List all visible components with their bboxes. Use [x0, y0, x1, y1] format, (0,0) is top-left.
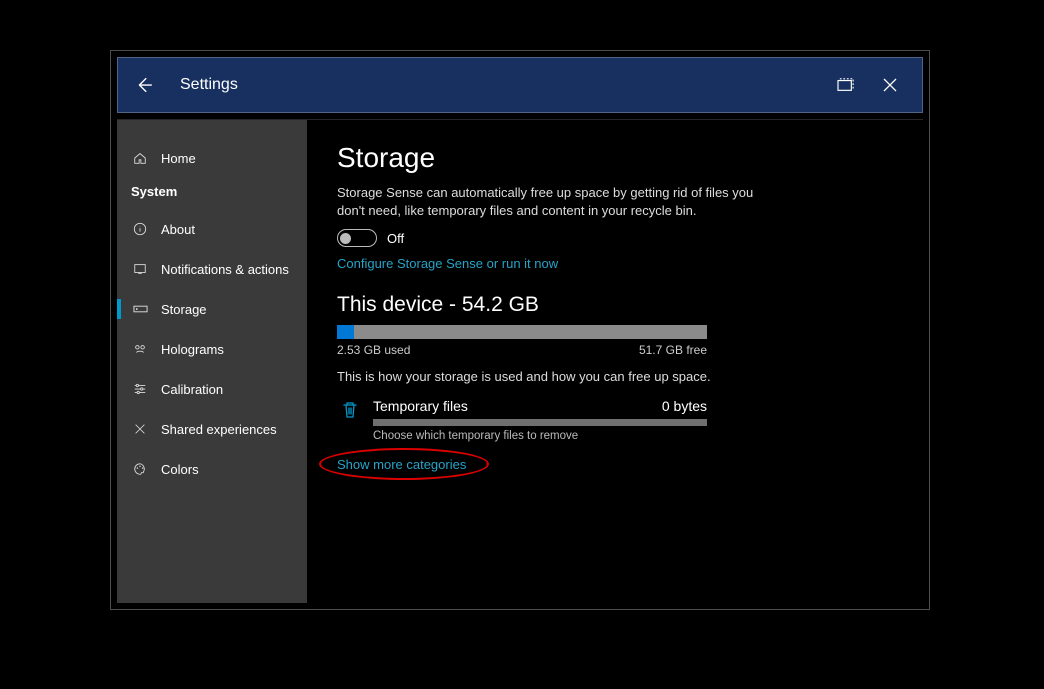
home-icon [131, 151, 149, 165]
notifications-icon [131, 262, 149, 276]
sidebar-item-label: Colors [161, 462, 199, 477]
shared-icon [131, 422, 149, 436]
content-panel: Storage Storage Sense can automatically … [307, 120, 923, 603]
toggle-knob [340, 233, 351, 244]
close-icon [881, 76, 899, 94]
category-name: Temporary files [373, 398, 468, 414]
category-sub: Choose which temporary files to remove [373, 430, 707, 442]
storage-sense-description: Storage Sense can automatically free up … [337, 184, 757, 219]
close-button[interactable] [868, 69, 912, 101]
info-icon [131, 222, 149, 236]
calibration-icon [131, 382, 149, 396]
sidebar-item-label: Storage [161, 302, 207, 317]
sidebar-item-label: About [161, 222, 195, 237]
window-title: Settings [180, 76, 238, 94]
sidebar-item-about[interactable]: About [117, 209, 307, 249]
sidebar-item-colors[interactable]: Colors [117, 449, 307, 489]
settings-window: Settings Home System About [110, 50, 930, 610]
sidebar-item-label: Shared experiences [161, 422, 277, 437]
follow-me-button[interactable] [824, 69, 868, 101]
titlebar: Settings [117, 57, 923, 113]
sidebar-item-holograms[interactable]: Holograms [117, 329, 307, 369]
trash-icon [337, 398, 363, 420]
sidebar-item-label: Notifications & actions [161, 262, 289, 277]
category-size: 0 bytes [662, 398, 707, 414]
storage-sense-toggle[interactable] [337, 229, 377, 247]
storage-bar-row: 2.53 GB used 51.7 GB free [337, 325, 893, 357]
category-temporary-files[interactable]: Temporary files 0 bytes Choose which tem… [337, 398, 707, 442]
sidebar-item-label: Calibration [161, 382, 223, 397]
category-bar [373, 419, 707, 426]
storage-usage-bar [337, 325, 707, 339]
sidebar-item-label: Home [161, 151, 196, 166]
sidebar-item-storage[interactable]: Storage [117, 289, 307, 329]
back-button[interactable] [128, 69, 160, 101]
window-body: Home System About Notifications & action… [117, 119, 923, 603]
sidebar-item-shared-experiences[interactable]: Shared experiences [117, 409, 307, 449]
free-label: 51.7 GB free [639, 343, 707, 357]
follow-me-icon [835, 77, 857, 93]
sidebar: Home System About Notifications & action… [117, 120, 307, 603]
sidebar-item-calibration[interactable]: Calibration [117, 369, 307, 409]
configure-storage-sense-link[interactable]: Configure Storage Sense or run it now [337, 256, 558, 271]
show-more-categories-link[interactable]: Show more categories [337, 457, 466, 472]
sidebar-item-notifications[interactable]: Notifications & actions [117, 249, 307, 289]
toggle-state-label: Off [387, 231, 404, 246]
page-heading: Storage [337, 142, 893, 174]
used-label: 2.53 GB used [337, 343, 410, 357]
storage-usage-bar-used [337, 325, 354, 339]
colors-icon [131, 462, 149, 476]
usage-description: This is how your storage is used and how… [337, 369, 893, 384]
arrow-left-icon [133, 74, 155, 96]
sidebar-home[interactable]: Home [117, 138, 307, 178]
sidebar-group-header: System [117, 178, 307, 209]
device-heading: This device - 54.2 GB [337, 293, 893, 317]
storage-icon [131, 303, 149, 315]
holograms-icon [131, 342, 149, 356]
sidebar-item-label: Holograms [161, 342, 224, 357]
